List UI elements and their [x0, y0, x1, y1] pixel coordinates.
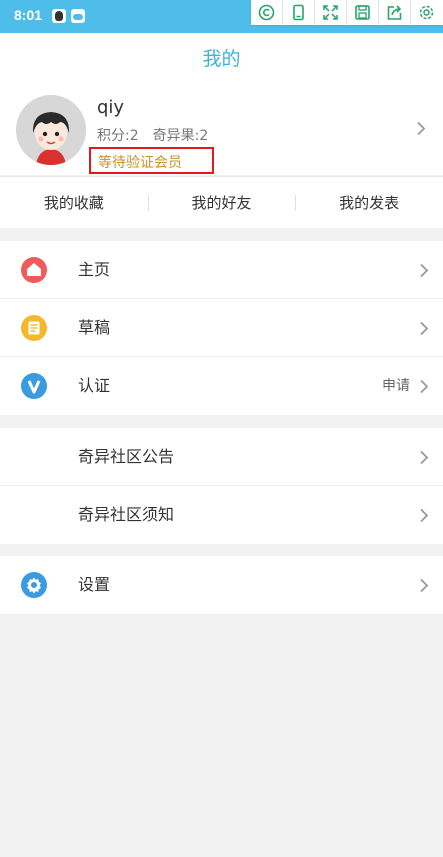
- chevron-right-icon: [420, 321, 429, 336]
- tab-friends[interactable]: 我的好友: [147, 177, 296, 228]
- menu-group-settings: 设置: [0, 556, 443, 614]
- chevron-right-icon: [420, 450, 429, 465]
- menu-item-label: 草稿: [78, 318, 111, 337]
- copyright-icon[interactable]: [251, 0, 283, 25]
- chevron-right-icon: [420, 508, 429, 523]
- tab-favorites[interactable]: 我的收藏: [0, 177, 148, 228]
- menu-item-label: 主页: [78, 260, 111, 279]
- points-count: 积分:2: [97, 128, 139, 144]
- page-title: 我的: [202, 48, 241, 70]
- chevron-right-icon: [420, 263, 429, 278]
- share-icon[interactable]: [379, 0, 411, 25]
- settings-icon: [21, 572, 47, 598]
- chevron-right-icon: [420, 379, 429, 394]
- tab-posts[interactable]: 我的发表: [295, 177, 443, 228]
- menu-item-announcement[interactable]: 奇异社区公告: [0, 428, 443, 486]
- menu-item-label: 设置: [78, 575, 111, 594]
- chevron-right-icon: [420, 578, 429, 593]
- menu-item-label: 奇异社区公告: [78, 447, 175, 466]
- phone-icon[interactable]: [283, 0, 315, 25]
- menu-group-community: 奇异社区公告 奇异社区须知: [0, 428, 443, 544]
- status-time: 8:01: [14, 7, 43, 23]
- menu-item-home[interactable]: 主页: [0, 241, 443, 299]
- menu-item-verify[interactable]: 认证 申请: [0, 357, 443, 415]
- expand-icon[interactable]: [315, 0, 347, 25]
- member-status-label: 等待验证会员: [98, 155, 182, 171]
- settings-gear-icon[interactable]: [411, 0, 443, 25]
- menu-group-main: 主页 草稿 认证 申请: [0, 241, 443, 415]
- cloud-notification-icon: [71, 9, 85, 23]
- profile-card[interactable]: qiy 积分:2 奇异果:2 等待验证会员: [0, 85, 443, 175]
- floating-toolbar: [251, 0, 443, 25]
- profile-tabs: 我的收藏 我的好友 我的发表: [0, 176, 443, 228]
- menu-item-drafts[interactable]: 草稿: [0, 299, 443, 357]
- avatar[interactable]: [16, 95, 86, 165]
- menu-item-settings[interactable]: 设置: [0, 556, 443, 614]
- home-icon: [21, 257, 47, 283]
- save-icon[interactable]: [347, 0, 379, 25]
- qq-notification-icon: [52, 9, 66, 23]
- username: qiy: [97, 97, 125, 118]
- profile-stats: 积分:2 奇异果:2: [97, 125, 222, 145]
- menu-item-label: 奇异社区须知: [78, 505, 175, 524]
- page-header: 我的: [0, 33, 443, 85]
- menu-item-label: 认证: [78, 376, 111, 395]
- menu-item-guidelines[interactable]: 奇异社区须知: [0, 486, 443, 544]
- apply-link[interactable]: 申请: [382, 357, 410, 415]
- chevron-right-icon: [417, 121, 426, 136]
- verify-icon: [21, 373, 47, 399]
- draft-icon: [21, 315, 47, 341]
- fruits-count: 奇异果:2: [152, 128, 209, 144]
- member-status-badge: 等待验证会员: [89, 147, 214, 174]
